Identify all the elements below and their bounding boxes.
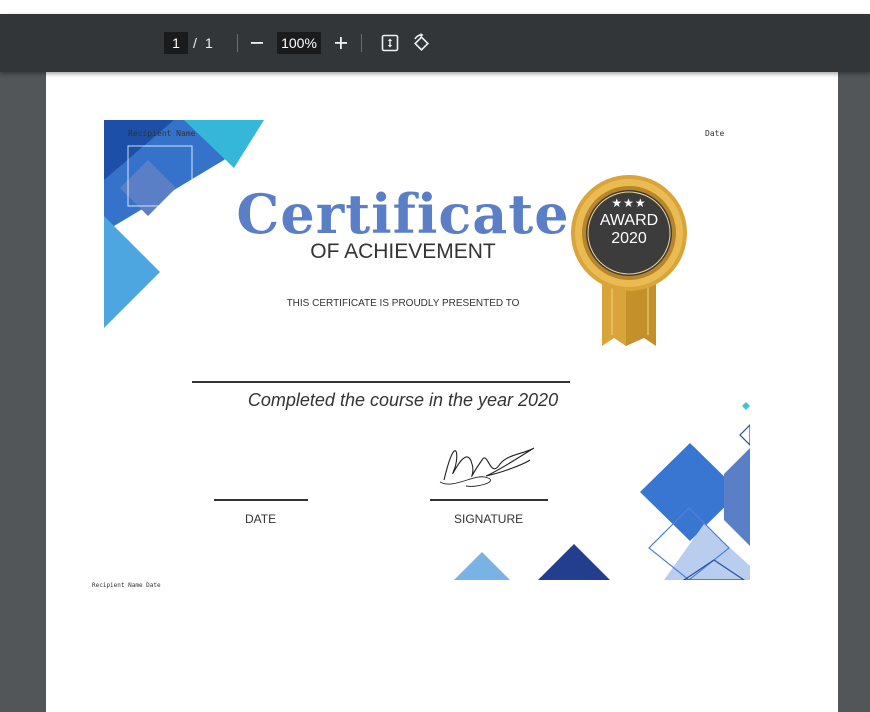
zoom-level-input[interactable]: 100% bbox=[277, 32, 321, 54]
recipient-name-field[interactable]: Recipient Name bbox=[128, 129, 195, 138]
total-pages: 1 bbox=[205, 35, 213, 51]
badge-stars-icon: ★★★ bbox=[611, 196, 647, 210]
viewer-left-gutter bbox=[0, 72, 46, 704]
badge-year-text: 2020 bbox=[611, 230, 647, 247]
current-page-input[interactable]: 1 bbox=[164, 32, 188, 54]
zoom-in-button[interactable] bbox=[328, 30, 354, 56]
date-label: DATE bbox=[245, 512, 277, 526]
toolbar-divider bbox=[361, 34, 362, 52]
signature-label: SIGNATURE bbox=[454, 512, 524, 526]
signature-line bbox=[430, 499, 548, 501]
rotate-button[interactable] bbox=[408, 30, 434, 56]
window-top-strip bbox=[0, 0, 870, 14]
recipient-name-line bbox=[192, 381, 570, 383]
presented-to-text: THIS CERTIFICATE IS PROUDLY PRESENTED TO bbox=[286, 298, 520, 309]
viewer-right-gutter bbox=[838, 72, 870, 704]
minus-icon bbox=[251, 42, 263, 44]
award-badge: ★★★ AWARD 2020 bbox=[579, 196, 679, 248]
pdf-page: Certificate OF ACHIEVEMENT THIS CERTIFIC… bbox=[46, 72, 838, 712]
pdf-toolbar: 1 / 1 100% bbox=[0, 14, 870, 72]
date-field[interactable]: Date bbox=[705, 129, 724, 138]
fit-to-page-button[interactable] bbox=[377, 30, 403, 56]
zoom-out-button[interactable] bbox=[244, 30, 270, 56]
certificate-artwork: Certificate OF ACHIEVEMENT THIS CERTIFIC… bbox=[104, 120, 750, 580]
fit-to-page-icon bbox=[381, 34, 399, 52]
plus-icon bbox=[335, 37, 347, 49]
rotate-counterclockwise-icon bbox=[414, 33, 429, 51]
footer-text: Recipient Name Date bbox=[92, 582, 161, 589]
page-separator: / bbox=[193, 35, 197, 51]
date-line bbox=[214, 499, 308, 501]
toolbar-divider bbox=[237, 34, 238, 52]
badge-award-text: AWARD bbox=[599, 212, 659, 229]
course-completion-text: Completed the course in the year 2020 bbox=[247, 390, 559, 410]
